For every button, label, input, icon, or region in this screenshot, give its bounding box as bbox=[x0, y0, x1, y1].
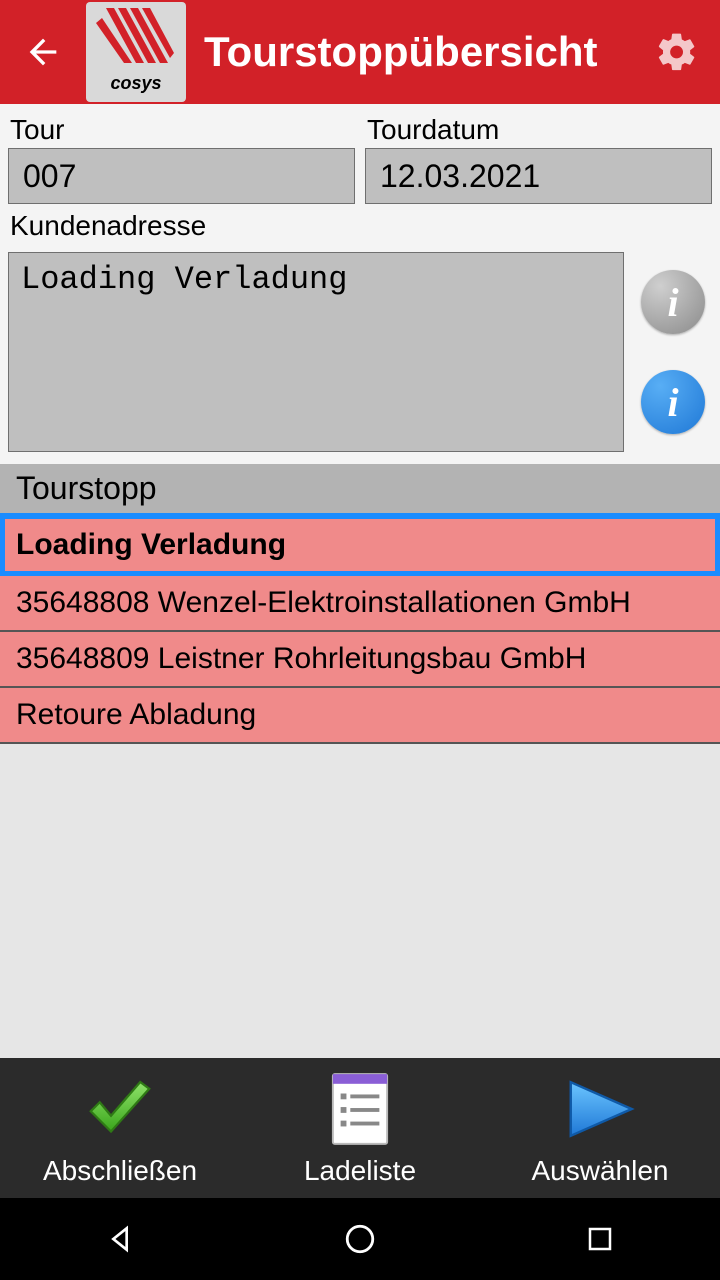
info-buttons-column: i i bbox=[634, 252, 712, 452]
logo-text: cosys bbox=[110, 73, 161, 102]
tour-field-wrap: Tour 007 bbox=[8, 114, 355, 204]
triangle-back-icon bbox=[104, 1223, 136, 1255]
kundenadresse-label: Kundenadresse bbox=[8, 210, 712, 244]
nav-recent-button[interactable] bbox=[580, 1219, 620, 1259]
info-button-gray[interactable]: i bbox=[641, 270, 705, 334]
settings-button[interactable] bbox=[652, 27, 702, 77]
auswaehlen-label: Auswählen bbox=[532, 1155, 669, 1187]
document-list-icon bbox=[320, 1069, 400, 1149]
ladeliste-label: Ladeliste bbox=[304, 1155, 416, 1187]
kundenadresse-box[interactable]: Loading Verladung bbox=[8, 252, 624, 452]
circle-home-icon bbox=[343, 1222, 377, 1256]
logo-stripes-icon bbox=[96, 8, 176, 68]
tour-label: Tour bbox=[8, 114, 355, 148]
nav-back-button[interactable] bbox=[100, 1219, 140, 1259]
page-title: Tourstoppübersicht bbox=[204, 28, 634, 76]
tourdatum-label: Tourdatum bbox=[365, 114, 712, 148]
app-logo: cosys bbox=[86, 2, 186, 102]
checkmark-icon bbox=[80, 1069, 160, 1149]
android-navbar bbox=[0, 1198, 720, 1280]
bottom-toolbar: Abschließen Ladeliste bbox=[0, 1058, 720, 1198]
list-header: Tourstopp bbox=[0, 464, 720, 514]
back-button[interactable] bbox=[18, 27, 68, 77]
list-item[interactable]: Retoure Abladung bbox=[0, 688, 720, 744]
abschliessen-button[interactable]: Abschließen bbox=[1, 1069, 239, 1187]
info-button-blue[interactable]: i bbox=[641, 370, 705, 434]
tourdatum-field-wrap: Tourdatum 12.03.2021 bbox=[365, 114, 712, 204]
auswaehlen-button[interactable]: Auswählen bbox=[481, 1069, 719, 1187]
play-arrow-icon bbox=[560, 1069, 640, 1149]
gear-icon bbox=[655, 30, 699, 74]
tour-input[interactable]: 007 bbox=[8, 148, 355, 204]
square-recent-icon bbox=[585, 1224, 615, 1254]
form-area: Tour 007 Tourdatum 12.03.2021 Kundenadre… bbox=[0, 104, 720, 464]
ladeliste-button[interactable]: Ladeliste bbox=[241, 1069, 479, 1187]
tourstopp-list: Tourstopp Loading Verladung 35648808 Wen… bbox=[0, 464, 720, 1058]
tourdatum-input[interactable]: 12.03.2021 bbox=[365, 148, 712, 204]
arrow-left-icon bbox=[23, 32, 63, 72]
abschliessen-label: Abschließen bbox=[43, 1155, 197, 1187]
list-item[interactable]: 35648808 Wenzel-Elektroinstallationen Gm… bbox=[0, 576, 720, 632]
list-item[interactable]: 35648809 Leistner Rohrleitungsbau GmbH bbox=[0, 632, 720, 688]
app-header: cosys Tourstoppübersicht bbox=[0, 0, 720, 104]
list-item[interactable]: Loading Verladung bbox=[0, 514, 720, 576]
nav-home-button[interactable] bbox=[340, 1219, 380, 1259]
